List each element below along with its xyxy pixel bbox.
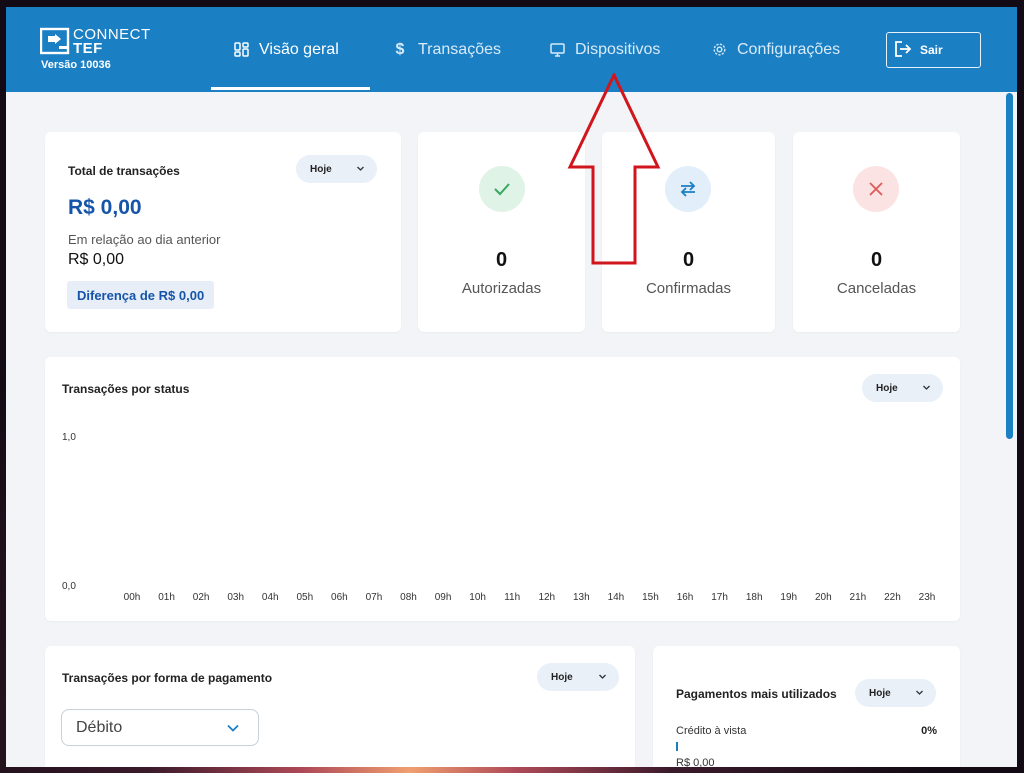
x-tick-label: 10h (469, 592, 486, 603)
y-axis-max-label: 1,0 (62, 432, 76, 443)
status-chart-title: Transações por status (62, 382, 190, 396)
x-tick-label: 08h (400, 592, 417, 603)
payment-method-title: Transações por forma de pagamento (62, 671, 273, 685)
payment-period-select[interactable]: Hoje (537, 663, 619, 691)
x-tick-label: 12h (538, 592, 556, 603)
monitor-icon (549, 42, 565, 58)
payment-item-progress-bar (676, 742, 678, 751)
logout-button[interactable]: Sair (886, 32, 981, 68)
x-tick-label: 21h (849, 592, 867, 603)
stat-value: 0 (495, 249, 508, 271)
payment-method-value: Débito (76, 718, 123, 736)
period-label: Hoje (310, 163, 332, 175)
total-card-title: Total de transações (68, 164, 180, 178)
connect-tef-logo-icon (40, 27, 70, 55)
y-axis-min-label: 0,0 (62, 581, 76, 592)
check-icon (479, 166, 525, 212)
x-tick-label: 04h (261, 592, 279, 603)
status-period-select[interactable]: Hoje (862, 374, 943, 402)
logo-text-tef: TEF (73, 40, 103, 57)
x-tick-label: 20h (814, 592, 832, 603)
chevron-down-icon (916, 690, 923, 695)
status-chart-card: Transações por status Hoje 1,0 0,0 00h 01… (45, 357, 960, 621)
stat-card-autorizadas: 0 Autorizadas (418, 132, 585, 332)
payment-item-amount: R$ 0,00 (676, 757, 715, 767)
chevron-down-icon (599, 674, 606, 679)
nav-item-configuracoes[interactable]: Configurações (711, 7, 840, 92)
top-header: CONNECT TEF Versão 10036 Visão geral $ T… (6, 7, 1017, 92)
x-tick-label: 01h (158, 592, 175, 603)
stat-label: Canceladas (836, 280, 917, 297)
stat-value: 0 (682, 249, 695, 271)
payment-method-select[interactable]: Débito (61, 709, 259, 746)
nav-label: Dispositivos (575, 40, 661, 58)
close-icon (853, 166, 899, 212)
stat-card-canceladas: 0 Canceladas (793, 132, 960, 332)
app-version: Versão 10036 (41, 59, 111, 71)
scrollbar-thumb[interactable] (1006, 93, 1013, 439)
total-period-select[interactable]: Hoje (296, 155, 377, 183)
app-window: CONNECT TEF Versão 10036 Visão geral $ T… (6, 7, 1017, 767)
x-tick-label: 18h (745, 592, 763, 603)
nav-item-transacoes[interactable]: $ Transações (392, 7, 501, 92)
top-payments-title: Pagamentos mais utilizados (676, 687, 837, 701)
payment-item-percent: 0% (921, 725, 937, 737)
x-tick-label: 15h (642, 592, 659, 603)
stat-label: Confirmadas (645, 280, 732, 297)
x-tick-label: 02h (192, 592, 210, 603)
difference-badge: Diferença de R$ 0,00 (67, 281, 215, 309)
status-chart-plot (115, 439, 945, 589)
x-tick-label: 13h (573, 592, 590, 603)
nav-label: Configurações (737, 40, 841, 58)
x-tick-label: 03h (227, 592, 245, 603)
top-payments-card: Pagamentos mais utilizados Hoje Crédito … (653, 646, 960, 767)
payment-item-label: Crédito à vista (676, 725, 747, 737)
x-tick-label: 22h (884, 592, 901, 603)
nav-label: Visão geral (259, 40, 339, 58)
x-tick-label: 17h (711, 592, 728, 603)
stat-label: Autorizadas (461, 280, 542, 297)
chevron-down-icon (923, 385, 930, 390)
x-tick-label: 05h (296, 592, 314, 603)
active-tab-indicator (211, 87, 370, 90)
nav-label: Transações (418, 40, 501, 58)
chevron-down-icon (227, 724, 239, 732)
total-value: R$ 0,00 (68, 196, 142, 219)
logout-label: Sair (920, 43, 943, 57)
gear-icon (711, 42, 727, 58)
nav-item-dispositivos[interactable]: Dispositivos (549, 7, 660, 92)
chevron-down-icon (357, 166, 364, 171)
x-tick-label: 23h (918, 592, 936, 603)
x-tick-label: 11h (504, 592, 521, 603)
total-transactions-card: Total de transações Hoje R$ 0,00 Em rela… (45, 132, 401, 332)
logout-icon (894, 40, 912, 60)
x-tick-label: 16h (676, 592, 694, 603)
payment-method-card: Transações por forma de pagamento Hoje D… (45, 646, 635, 767)
x-tick-label: 06h (331, 592, 348, 603)
x-tick-label: 00h (123, 592, 141, 603)
stat-value: 0 (870, 249, 883, 271)
top-payments-period-select[interactable]: Hoje (855, 679, 936, 707)
period-label: Hoje (876, 382, 898, 394)
compare-label: Em relação ao dia anterior (68, 232, 221, 247)
period-label: Hoje (551, 671, 573, 683)
x-tick-label: 19h (780, 592, 798, 603)
grid-icon (233, 42, 249, 58)
compare-value: R$ 0,00 (68, 251, 125, 268)
x-tick-label: 09h (434, 592, 452, 603)
x-tick-label: 07h (365, 592, 383, 603)
dollar-icon: $ (395, 40, 405, 58)
nav-item-visao-geral[interactable]: Visão geral (233, 7, 339, 92)
period-label: Hoje (869, 687, 891, 699)
swap-arrows-icon (665, 166, 711, 212)
x-tick-label: 14h (607, 592, 625, 603)
stat-card-confirmadas: 0 Confirmadas (602, 132, 775, 332)
